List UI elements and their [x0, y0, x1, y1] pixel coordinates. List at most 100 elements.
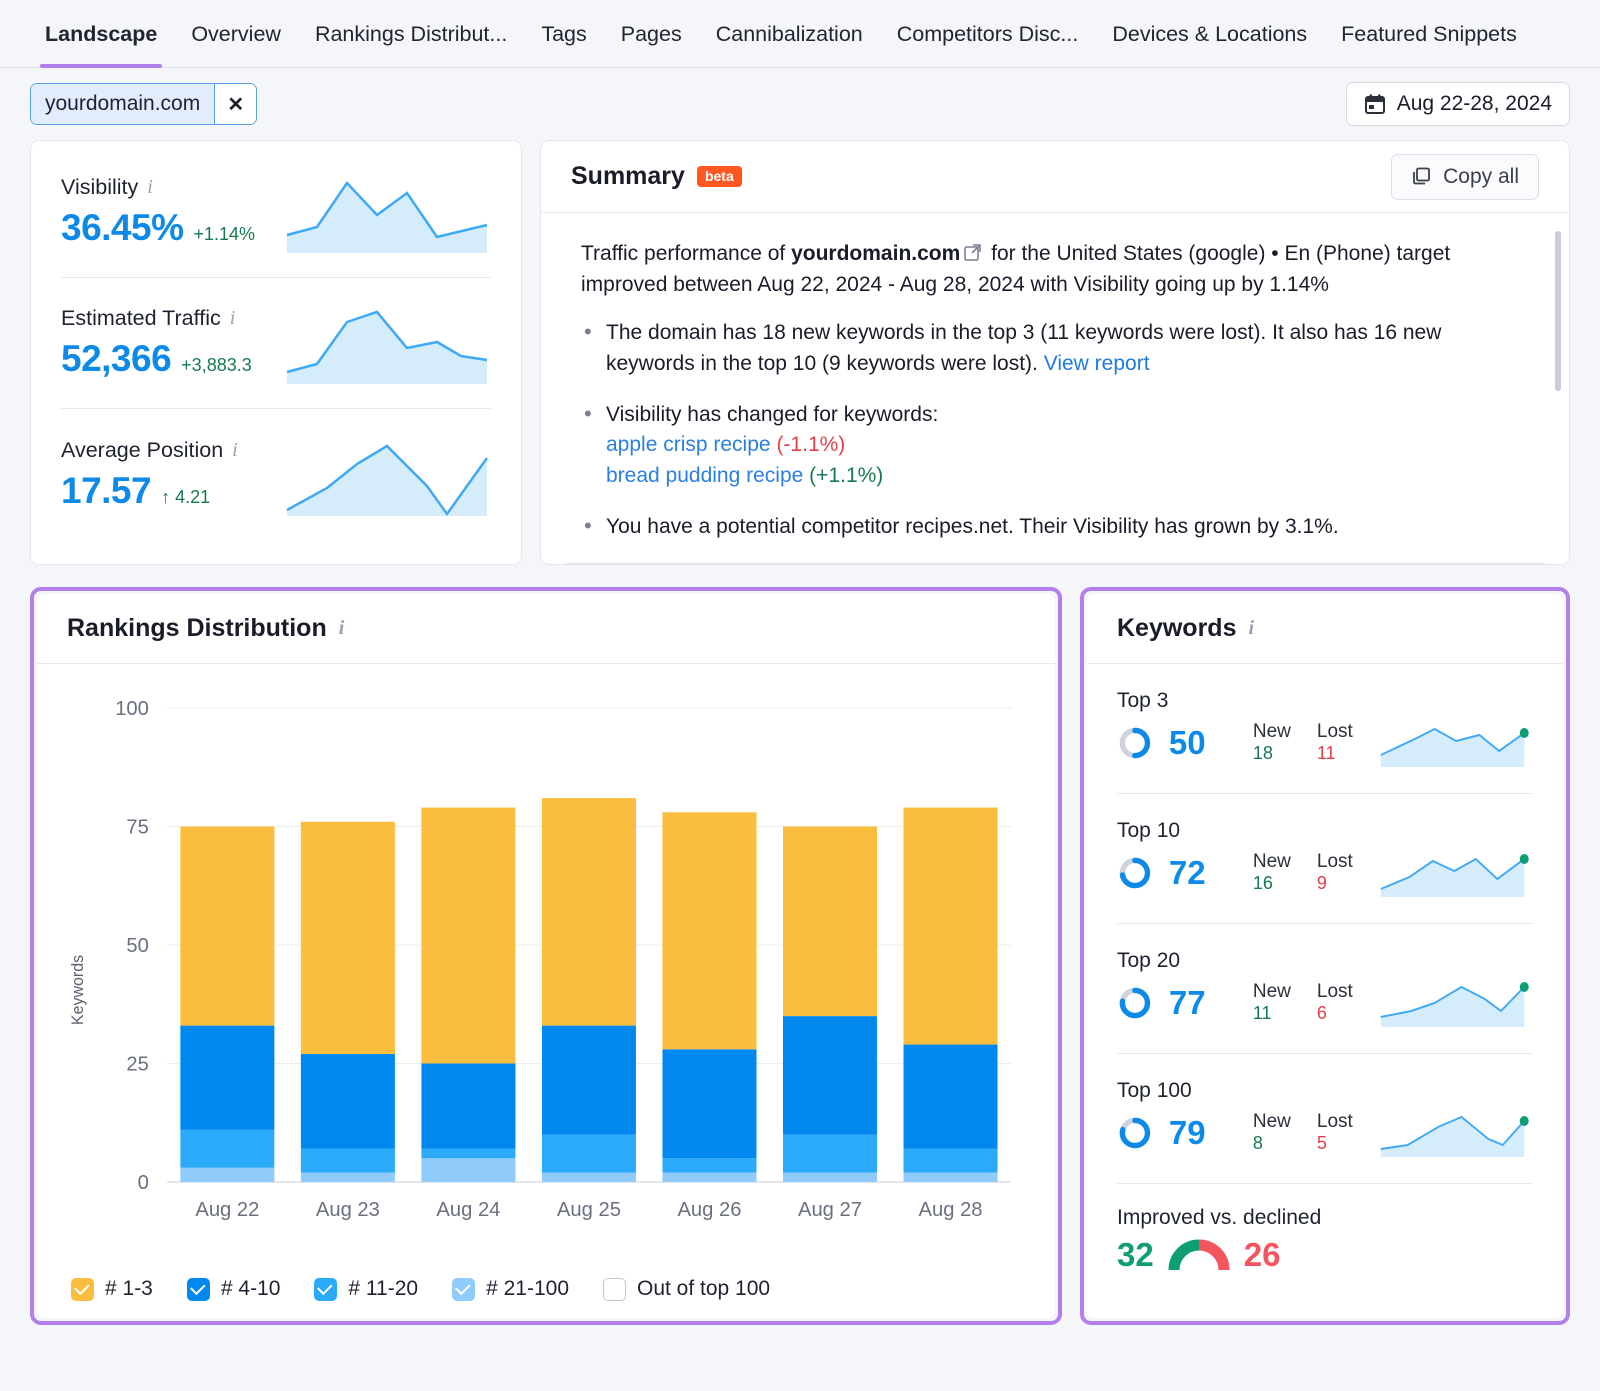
keywords-body: Top 3 50 New 18 — [1087, 664, 1563, 1318]
legend-item-11-20[interactable]: # 11-20 — [314, 1277, 418, 1301]
summary-bullet-2: Visibility has changed for keywords: app… — [581, 400, 1535, 492]
legend-item-out-of-top-100[interactable]: Out of top 100 — [603, 1277, 770, 1301]
tab-competitors-discovery[interactable]: Competitors Disc... — [880, 0, 1096, 68]
rankings-panel-header: Rankings Distribution i — [37, 594, 1055, 664]
keyword-row-top-10: Top 10 72 New 16 — [1117, 794, 1533, 924]
tab-label: Overview — [191, 22, 281, 47]
metric-delta: ↑ 4.21 — [161, 487, 210, 508]
tab-landscape[interactable]: Landscape — [28, 0, 174, 68]
keyword-sparkline-top-3 — [1379, 717, 1533, 769]
metric-label: Visibility i — [61, 175, 255, 200]
domain-chip-label: yourdomain.com — [31, 84, 214, 124]
lost-label: Lost — [1317, 981, 1353, 1003]
legend-label: Out of top 100 — [637, 1277, 770, 1301]
metric-value: 17.57 — [61, 470, 151, 512]
rankings-distribution-card: Rankings Distribution i 0255075100 Aug 2… — [37, 594, 1055, 1318]
keyword-row-top-100: Top 100 79 New 8 — [1117, 1054, 1533, 1184]
keyword-link-bread-pudding-recipe[interactable]: bread pudding recipe — [606, 464, 803, 487]
metric-label: Estimated Traffic i — [61, 306, 252, 331]
keyword-row-value: 77 — [1169, 984, 1231, 1022]
summary-domain: yourdomain.com — [791, 242, 960, 265]
keyword-row-title: Top 100 — [1117, 1079, 1533, 1103]
legend-checkbox[interactable] — [452, 1278, 475, 1301]
summary-bullet-list: The domain has 18 new keywords in the to… — [581, 318, 1535, 542]
metric-value: 52,366 — [61, 338, 171, 380]
metric-name: Estimated Traffic — [61, 306, 221, 331]
tab-label: Featured Snippets — [1341, 22, 1517, 47]
info-icon[interactable]: i — [230, 307, 236, 330]
legend-label: # 1-3 — [105, 1277, 153, 1301]
close-icon[interactable]: ✕ — [214, 84, 256, 124]
tab-rankings-distribution[interactable]: Rankings Distribut... — [298, 0, 524, 68]
keyword-row-value: 72 — [1169, 854, 1231, 892]
legend-item-4-10[interactable]: # 4-10 — [187, 1277, 281, 1301]
tab-cannibalization[interactable]: Cannibalization — [699, 0, 880, 68]
metric-estimated-traffic: Estimated Traffic i 52,366 +3,883.3 — [61, 278, 491, 409]
svg-text:75: 75 — [126, 817, 148, 839]
keywords-panel-header: Keywords i — [1087, 594, 1563, 664]
legend-label: # 4-10 — [221, 1277, 281, 1301]
improved-vs-declined-block: Improved vs. declined 32 26 — [1117, 1184, 1533, 1274]
new-value: 8 — [1253, 1133, 1291, 1154]
donut-chart-top-20 — [1117, 983, 1153, 1023]
tab-overview[interactable]: Overview — [174, 0, 298, 68]
keywords-highlight: Keywords i Top 3 50 New — [1080, 587, 1570, 1325]
lost-label: Lost — [1317, 721, 1353, 743]
summary-body: Traffic performance of yourdomain.com fo… — [541, 213, 1569, 564]
svg-text:100: 100 — [115, 698, 149, 720]
tab-tags[interactable]: Tags — [524, 0, 603, 68]
copy-all-button[interactable]: Copy all — [1391, 154, 1539, 200]
metric-delta: +3,883.3 — [181, 355, 252, 376]
legend-item-21-100[interactable]: # 21-100 — [452, 1277, 569, 1301]
info-icon[interactable]: i — [339, 617, 345, 640]
tab-label: Rankings Distribut... — [315, 22, 507, 47]
lost-value: 11 — [1317, 743, 1353, 764]
lost-value: 6 — [1317, 1003, 1353, 1024]
legend-checkbox[interactable] — [314, 1278, 337, 1301]
external-link-icon[interactable] — [963, 243, 982, 262]
declined-value: 26 — [1244, 1236, 1281, 1274]
legend-checkbox[interactable] — [187, 1278, 210, 1301]
keyword-row-title: Top 10 — [1117, 819, 1533, 843]
new-value: 11 — [1253, 1003, 1291, 1024]
tab-pages[interactable]: Pages — [604, 0, 699, 68]
metric-average-position: Average Position i 17.57 ↑ 4.21 — [61, 409, 491, 540]
keyword-row-top-3: Top 3 50 New 18 — [1117, 664, 1533, 794]
keyword-row-value: 79 — [1169, 1114, 1231, 1152]
date-range-label: Aug 22-28, 2024 — [1397, 92, 1552, 116]
keyword-sparkline-top-100 — [1379, 1107, 1533, 1159]
svg-text:Aug 23: Aug 23 — [316, 1199, 380, 1221]
bullet-2-text: Visibility has changed for keywords: — [606, 403, 938, 426]
tab-label: Devices & Locations — [1112, 22, 1307, 47]
domain-chip[interactable]: yourdomain.com ✕ — [30, 83, 257, 125]
top-panels: Visibility i 36.45% +1.14% Estimated Tra… — [0, 140, 1600, 565]
metric-delta: +1.14% — [194, 224, 256, 245]
svg-text:Aug 27: Aug 27 — [798, 1199, 862, 1221]
rankings-bar-chart[interactable]: 0255075100 Aug 22Aug 23Aug 24Aug 25Aug 2… — [61, 690, 1031, 1250]
tab-label: Tags — [541, 22, 586, 47]
new-value: 18 — [1253, 743, 1291, 764]
summary-bullet-1: The domain has 18 new keywords in the to… — [581, 318, 1535, 379]
keyword-link-apple-crisp-recipe[interactable]: apple crisp recipe — [606, 433, 771, 456]
svg-text:Aug 25: Aug 25 — [557, 1199, 621, 1221]
traffic-sparkline — [283, 298, 491, 388]
y-axis-title: Keywords — [69, 955, 87, 1025]
info-icon[interactable]: i — [147, 176, 153, 199]
keyword-sparkline-top-10 — [1379, 847, 1533, 899]
info-icon[interactable]: i — [1248, 617, 1254, 640]
tab-featured-snippets[interactable]: Featured Snippets — [1324, 0, 1534, 68]
tab-devices-locations[interactable]: Devices & Locations — [1095, 0, 1324, 68]
calendar-icon — [1364, 93, 1386, 115]
keyword-sparkline-top-20 — [1379, 977, 1533, 1029]
main-nav-tabs: Landscape Overview Rankings Distribut...… — [0, 0, 1600, 68]
legend-item-1-3[interactable]: # 1-3 — [71, 1277, 153, 1301]
view-report-link[interactable]: View report — [1044, 352, 1150, 375]
date-range-picker[interactable]: Aug 22-28, 2024 — [1346, 82, 1570, 126]
svg-text:50: 50 — [126, 935, 148, 957]
summary-scrollbar[interactable] — [1555, 231, 1561, 391]
legend-checkbox[interactable] — [71, 1278, 94, 1301]
legend-checkbox[interactable] — [603, 1278, 626, 1301]
keyword-row-value: 50 — [1169, 724, 1231, 762]
svg-text:Aug 26: Aug 26 — [677, 1199, 741, 1221]
info-icon[interactable]: i — [232, 439, 238, 462]
